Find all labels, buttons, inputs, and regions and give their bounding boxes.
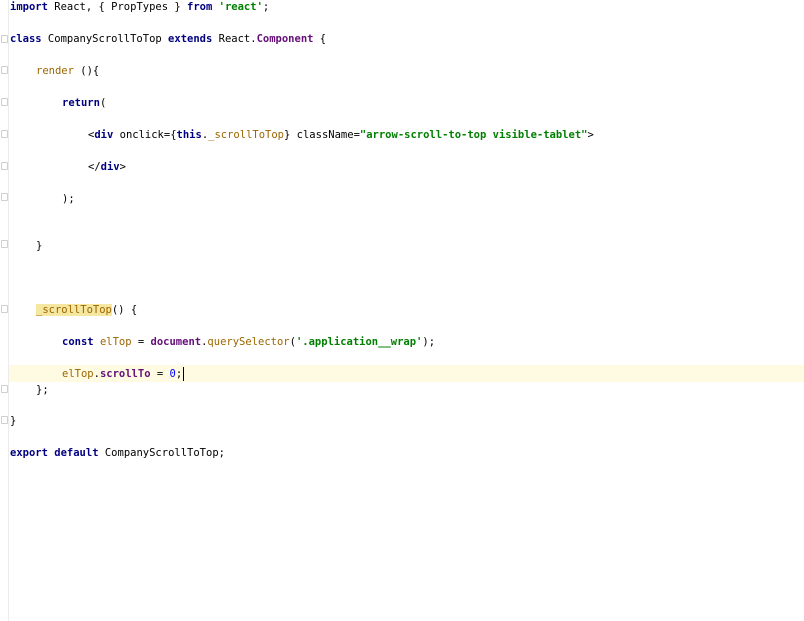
code-text: =: [150, 368, 170, 380]
string-literal: 'react': [218, 1, 263, 13]
property: scrollTo: [99, 368, 151, 380]
code-text: =: [131, 336, 151, 348]
method-name: render: [36, 65, 74, 77]
jsx-attribute: className: [296, 129, 354, 141]
fold-marker-icon[interactable]: [1, 385, 8, 393]
fold-marker-icon[interactable]: [1, 240, 8, 248]
code-text: (){: [73, 65, 100, 77]
keyword: import: [10, 1, 48, 13]
fold-marker-icon[interactable]: [1, 416, 8, 424]
code-line-11: elTop.scrollTo = 0;: [62, 367, 185, 381]
code-text: onclick={: [113, 129, 177, 141]
code-text: CompanyScrollToTop;: [98, 447, 225, 459]
jsx-tag: div: [94, 129, 114, 141]
code-text: () {: [111, 304, 138, 316]
code-text: };: [36, 384, 49, 396]
code-text: React, { PropTypes }: [47, 1, 188, 13]
code-text: >: [587, 129, 594, 141]
fold-marker-icon[interactable]: [1, 193, 8, 201]
keyword: default: [54, 447, 99, 459]
code-text: </: [88, 161, 101, 173]
code-line-9: _scrollToTop() {: [36, 303, 137, 317]
keyword: extends: [168, 33, 213, 45]
code-text: ;: [262, 1, 270, 13]
jsx-tag: div: [100, 161, 120, 173]
code-line-6: </div>: [88, 160, 126, 174]
global-reference: document: [150, 336, 202, 348]
code-text: }: [10, 415, 17, 427]
keyword: const: [62, 336, 94, 348]
code-text: (: [99, 97, 107, 109]
keyword: this: [176, 129, 202, 141]
method-name-highlighted: _scrollToTop: [36, 304, 112, 316]
code-text: {: [313, 33, 327, 45]
code-line-3: render (){: [36, 64, 99, 78]
code-line-14: export default CompanyScrollToTop;: [10, 446, 225, 460]
string-literal: '.application__wrap': [295, 336, 423, 348]
code-line-4: return(: [62, 96, 106, 110]
code-line-12: };: [36, 383, 49, 397]
keyword: export: [10, 447, 48, 459]
code-text: ;: [175, 368, 183, 380]
fold-marker-icon[interactable]: [1, 35, 8, 43]
fold-marker-icon[interactable]: [1, 98, 8, 106]
member-reference: _scrollToTop: [208, 129, 284, 141]
code-text: }: [284, 129, 297, 141]
fold-marker-icon[interactable]: [1, 305, 8, 313]
variable: elTop: [62, 368, 94, 380]
code-line-8: }: [36, 239, 42, 253]
code-text: }: [36, 240, 43, 252]
method-call: querySelector: [207, 336, 290, 348]
code-line-7: );: [62, 192, 75, 206]
code-text: );: [422, 336, 436, 348]
code-line-2: class CompanyScrollToTop extends React.C…: [10, 32, 326, 46]
code-text: CompanyScrollToTop: [41, 33, 169, 45]
keyword: return: [62, 97, 100, 109]
keyword: class: [10, 33, 42, 45]
fold-marker-icon[interactable]: [1, 162, 8, 170]
code-line-5: <div onclick={this._scrollToTop} classNa…: [88, 128, 594, 142]
code-line-1: import React, { PropTypes } from 'react'…: [10, 0, 269, 14]
keyword: from: [187, 1, 213, 13]
code-line-10: const elTop = document.querySelector('.a…: [62, 335, 435, 349]
code-text: React.: [212, 33, 257, 45]
code-line-13: }: [10, 414, 16, 428]
fold-marker-icon[interactable]: [1, 130, 8, 138]
variable: elTop: [99, 336, 132, 348]
fold-marker-icon[interactable]: [1, 66, 8, 74]
code-text: );: [62, 193, 75, 205]
string-literal: "arrow-scroll-to-top visible-tablet": [359, 129, 588, 141]
class-reference: Component: [256, 33, 314, 45]
text-cursor: [183, 367, 185, 381]
code-text: >: [119, 161, 126, 173]
